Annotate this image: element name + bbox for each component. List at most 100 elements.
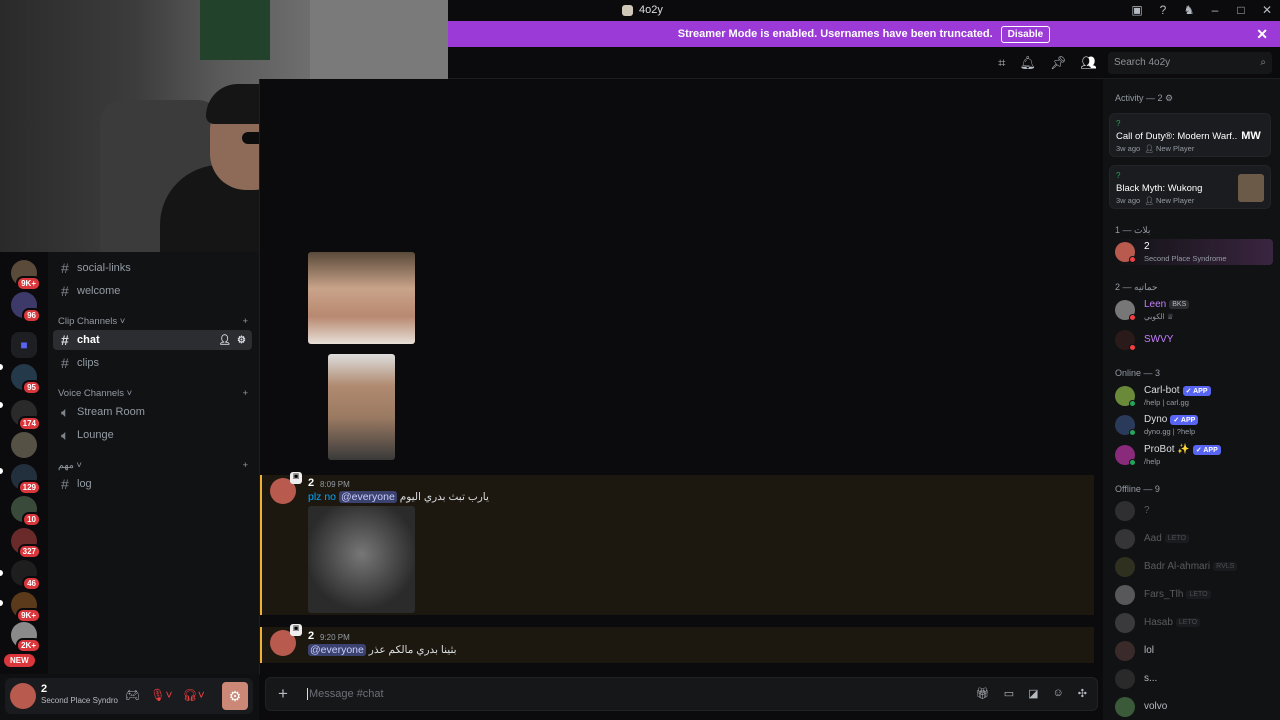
activity-card[interactable]: ? Call of Duty®: Modern Warf... 3w ago 👤… xyxy=(1109,113,1271,157)
activity-icon[interactable]: 🎮︎ xyxy=(125,688,140,702)
server-icon[interactable]: 129 xyxy=(11,464,41,495)
server-icon[interactable] xyxy=(11,432,37,458)
member-item[interactable]: lol xyxy=(1113,638,1273,664)
add-attachment-icon[interactable]: + xyxy=(278,684,288,704)
message-text: بثينا بدري مالكم عذر xyxy=(368,644,457,656)
member-item[interactable]: ProBot ✨ ✓ APP /help xyxy=(1113,442,1273,468)
server-icon xyxy=(622,4,633,16)
avatar xyxy=(1115,529,1135,549)
server-icon[interactable]: 174 xyxy=(11,400,41,431)
channel-log[interactable]: # log xyxy=(53,474,252,494)
channel-label: clips xyxy=(77,357,100,369)
close-window-icon[interactable]: ✕ xyxy=(1260,3,1274,17)
member-item[interactable]: 2 Second Place Syndrome xyxy=(1113,239,1273,265)
image-attachment[interactable] xyxy=(328,354,395,460)
server-icon[interactable]: 96 xyxy=(11,292,41,323)
server-badge: 2K+ xyxy=(16,638,41,653)
search-input[interactable]: Search 4o2y ⌕ xyxy=(1108,52,1272,74)
add-channel-icon[interactable]: + xyxy=(242,388,248,399)
category-voice-channels[interactable]: Voice Channels ˅ + xyxy=(58,388,248,399)
server-icon[interactable]: 95 xyxy=(11,364,41,395)
avatar xyxy=(1115,669,1135,689)
settings-icon[interactable]: ⚙ xyxy=(237,335,246,346)
member-item[interactable]: volvo xyxy=(1113,694,1273,720)
member-item[interactable]: Hasab LETO xyxy=(1113,610,1273,636)
channel-welcome[interactable]: # welcome xyxy=(53,281,252,301)
streamer-icon[interactable]: ♞ xyxy=(1182,3,1196,17)
game-art-icon xyxy=(1238,174,1264,202)
member-item[interactable]: Aad LETO xyxy=(1113,526,1273,552)
add-channel-icon[interactable]: + xyxy=(242,460,248,471)
minimize-icon[interactable]: – xyxy=(1208,3,1222,17)
member-item[interactable]: Dyno ✓ APP dyno.gg | ?help xyxy=(1113,412,1273,438)
add-channel-icon[interactable]: + xyxy=(242,316,248,327)
avatar xyxy=(1115,585,1135,605)
gift-icon[interactable]: 🎁︎ xyxy=(976,687,990,700)
member-item[interactable]: Fars_Tlh LETO xyxy=(1113,582,1273,608)
server-icon[interactable]: 9K+ xyxy=(11,592,41,623)
folder-icon[interactable]: ■ xyxy=(11,332,37,358)
member-item[interactable]: s... xyxy=(1113,666,1273,692)
avatar[interactable]: ▣ xyxy=(270,624,302,656)
category-clip-channels[interactable]: Clip Channels ˅ + xyxy=(58,316,248,327)
hash-icon: # xyxy=(61,332,69,348)
disable-button[interactable]: Disable xyxy=(1000,25,1051,43)
member-sub: dyno.gg | ?help xyxy=(1144,427,1196,436)
emoji-icon[interactable]: ☺ xyxy=(1053,687,1064,700)
apps-icon[interactable]: ✣ xyxy=(1078,687,1087,700)
help-icon[interactable]: ? xyxy=(1156,3,1170,17)
channel-chat[interactable]: # chat 👤︎ ⚙ xyxy=(53,330,252,350)
channel-social-links[interactable]: # social-links xyxy=(53,258,252,278)
avatar[interactable] xyxy=(10,683,36,709)
gif-icon[interactable]: ▭ xyxy=(1004,687,1014,700)
activity-card[interactable]: ? Black Myth: Wukong 3w ago 👤︎ New Playe… xyxy=(1109,165,1271,209)
member-name: lol xyxy=(1144,645,1155,656)
new-badge[interactable]: NEW xyxy=(4,654,35,667)
inbox-icon[interactable]: ▣ xyxy=(1130,3,1144,17)
message-text: يارب تبث بدري اليوم xyxy=(399,491,489,503)
message-author[interactable]: 2 xyxy=(308,630,314,642)
mic-muted-icon[interactable]: 🎙︎˅ xyxy=(150,688,172,702)
mention[interactable]: @everyone xyxy=(338,491,397,503)
sticker-icon[interactable]: ◪ xyxy=(1028,687,1038,700)
member-item[interactable]: Leen BKS الكوبي ♕ xyxy=(1113,297,1273,323)
member-item[interactable]: Carl-bot ✓ APP /help | carl.gg xyxy=(1113,383,1273,409)
deafen-icon[interactable]: 🎧︎˅ xyxy=(182,688,204,702)
members-icon[interactable]: 👥︎ xyxy=(1080,55,1097,71)
image-attachment[interactable] xyxy=(308,506,415,613)
channel-label: welcome xyxy=(77,285,121,297)
maximize-icon[interactable]: □ xyxy=(1234,3,1248,17)
invite-icon[interactable]: 👤︎ xyxy=(218,335,231,346)
mention[interactable]: @everyone xyxy=(308,644,366,656)
message-author[interactable]: 2 xyxy=(308,477,314,489)
server-icon[interactable]: 327 xyxy=(11,528,41,559)
user-settings-button[interactable]: ⚙ xyxy=(222,682,248,710)
server-badge: 96 xyxy=(22,308,41,323)
status-dot xyxy=(1129,429,1136,436)
close-banner-icon[interactable]: ✕ xyxy=(1256,26,1268,43)
member-item[interactable]: ? xyxy=(1113,498,1273,524)
server-icon[interactable]: 2K+ xyxy=(11,622,41,653)
message-input[interactable]: Message #chat xyxy=(307,688,384,700)
member-item[interactable]: Badr Al-ahmari RVLS xyxy=(1113,554,1273,580)
game-art-icon: MW xyxy=(1238,122,1264,150)
channel-stream-room[interactable]: 🔈︎ Stream Room xyxy=(53,402,252,422)
category-misc[interactable]: مهم ˅ + xyxy=(58,460,248,471)
pin-icon[interactable]: 📌︎ xyxy=(1050,55,1067,71)
channel-lounge[interactable]: 🔈︎ Lounge xyxy=(53,425,252,445)
member-name: Aad LETO xyxy=(1144,533,1189,544)
server-icon[interactable]: 46 xyxy=(11,560,41,591)
message-composer[interactable]: + Message #chat 🎁︎ ▭ ◪ ☺ ✣ xyxy=(265,677,1098,711)
notifications-icon[interactable]: 🔔︎ xyxy=(1019,55,1036,71)
threads-icon[interactable]: ⌗ xyxy=(998,55,1005,71)
channel-clips[interactable]: # clips xyxy=(53,353,252,373)
image-attachment[interactable] xyxy=(308,252,415,344)
server-badge: 9K+ xyxy=(16,276,41,291)
channel-label: Stream Room xyxy=(77,406,145,418)
server-icon[interactable]: 10 xyxy=(11,496,41,527)
member-item[interactable]: SWVY xyxy=(1113,327,1273,353)
message-link[interactable]: plz no xyxy=(308,491,336,503)
server-icon[interactable]: 9K+ xyxy=(11,260,41,291)
avatar[interactable]: ▣ xyxy=(270,472,302,504)
hash-icon: # xyxy=(61,476,69,492)
